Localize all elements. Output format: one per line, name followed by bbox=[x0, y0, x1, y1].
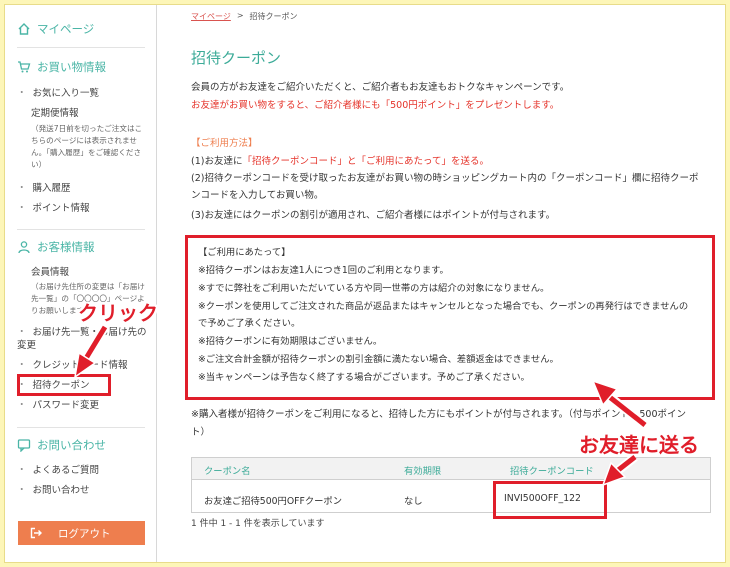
cart-icon bbox=[18, 61, 31, 73]
sidebar-item-member-info[interactable]: 会員情報 bbox=[31, 266, 69, 279]
usage-step-2: (2)招待クーポンコードを受け取ったお友達がお買い物の時ショッピングカート内の「… bbox=[191, 173, 699, 184]
highlight-invite-coupon bbox=[17, 374, 111, 396]
sidebar-item-points[interactable]: ・ポイント情報 bbox=[17, 202, 90, 215]
breadcrumb-separator: > bbox=[236, 11, 244, 20]
sidebar-item-credit-card[interactable]: ・クレジットカード情報 bbox=[17, 359, 128, 372]
sidebar-item-favorites[interactable]: ・お気に入り一覧 bbox=[17, 87, 99, 100]
result-count: 1 件中 1 - 1 件を表示しています bbox=[191, 519, 325, 529]
sidebar-section-customer: お客様情報 bbox=[17, 237, 95, 257]
sidebar-item-faq[interactable]: ・よくあるご質問 bbox=[17, 464, 99, 477]
intro-highlight: お友達がお買い物をすると、ご紹介者様にも「500円ポイント」をプレゼントします。 bbox=[191, 100, 560, 111]
table-header: クーポン名 有効期限 招待クーポンコード bbox=[192, 458, 710, 480]
breadcrumb: マイページ > 招待クーポン bbox=[191, 11, 298, 22]
page-frame: マイページ お買い物情報 ・お気に入り一覧 定期便情報 （発送7日前を切ったご注… bbox=[4, 4, 726, 563]
terms-item: ※招待クーポンはお友達1人につき1回のご利用となります。 bbox=[198, 265, 449, 276]
column-header: クーポン名 bbox=[204, 466, 251, 477]
terms-heading: 【ご利用にあたって】 bbox=[198, 247, 291, 258]
divider bbox=[17, 427, 145, 428]
breadcrumb-current: 招待クーポン bbox=[249, 12, 298, 21]
terms-item: ※当キャンペーンは予告なく終了する場合がございます。予めご了承ください。 bbox=[198, 372, 530, 383]
usage-step-1: (1)お友達に「招待クーポンコード」と「ご利用にあたって」を送る。 bbox=[191, 156, 489, 167]
usage-heading: 【ご利用方法】 bbox=[191, 138, 258, 149]
coupon-name: お友達ご招待500円OFFクーポン bbox=[204, 496, 343, 507]
divider bbox=[17, 229, 145, 230]
sidebar-item-purchase-history[interactable]: ・購入履歴 bbox=[17, 182, 71, 195]
coupon-expiry: なし bbox=[404, 496, 423, 507]
user-icon bbox=[18, 241, 30, 254]
sidebar: マイページ お買い物情報 ・お気に入り一覧 定期便情報 （発送7日前を切ったご注… bbox=[5, 5, 157, 562]
sidebar-section-contact: お問い合わせ bbox=[17, 435, 106, 455]
terms-item: ※クーポンを使用してご注文された商品が返品またはキャンセルとなった場合でも、クー… bbox=[198, 301, 689, 312]
home-icon bbox=[18, 23, 30, 35]
sidebar-section-shopping: お買い物情報 bbox=[17, 57, 106, 77]
divider bbox=[17, 47, 145, 48]
breadcrumb-home[interactable]: マイページ bbox=[191, 11, 231, 22]
column-header: 招待クーポンコード bbox=[510, 466, 594, 477]
coupon-table: クーポン名 有効期限 招待クーポンコード お友達ご招待500円OFFクーポン な… bbox=[191, 457, 711, 513]
sidebar-item-password[interactable]: ・パスワード変更 bbox=[17, 399, 99, 412]
sidebar-item-delivery[interactable]: ・お届け先一覧・お届け先の変更 bbox=[17, 326, 149, 352]
points-note-cont: ト） bbox=[191, 427, 211, 438]
terms-item: ※招待クーポンに有効期限はございません。 bbox=[198, 336, 383, 347]
terms-item: ※ご注文合計金額が招待クーポンの割引金額に満たない場合、差額返金はできません。 bbox=[198, 354, 559, 365]
highlight-coupon-code bbox=[493, 481, 607, 519]
usage-step-2-cont: ンコードを入力してお買い物。 bbox=[191, 190, 324, 201]
callout-click: クリック bbox=[78, 301, 158, 325]
logout-icon bbox=[30, 527, 42, 539]
sidebar-item-contact[interactable]: ・お問い合わせ bbox=[17, 484, 90, 497]
subscription-note: （発送7日前を切ったご注文はこちらのページには表示されません。「購入履歴」をご確… bbox=[31, 124, 143, 169]
sidebar-item-mypage[interactable]: マイページ bbox=[17, 19, 94, 39]
sidebar-item-subscription[interactable]: 定期便情報 bbox=[31, 107, 79, 120]
points-note: ※購入者様が招待クーポンをご利用になると、招待した方にもポイントが付与されます。… bbox=[191, 409, 687, 420]
callout-send-to-friend: お友達に送る bbox=[579, 433, 699, 457]
intro-text: 会員の方がお友達をご紹介いただくと、ご紹介者もお友達もおトクなキャンペーンです。 bbox=[191, 82, 570, 93]
terms-item: ※すでに弊社をご利用いただいている方や同一世帯の方は紹介の対象になりません。 bbox=[198, 283, 550, 294]
terms-box: 【ご利用にあたって】 ※招待クーポンはお友達1人につき1回のご利用となります。 … bbox=[185, 235, 715, 400]
column-header: 有効期限 bbox=[404, 466, 442, 477]
logout-button[interactable]: ログアウト bbox=[18, 521, 145, 545]
page-title: 招待クーポン bbox=[191, 49, 282, 67]
chat-icon bbox=[17, 439, 31, 452]
usage-step-3: (3)お友達にはクーポンの割引が適用され、ご紹介者様にはポイントが付与されます。 bbox=[191, 210, 556, 221]
main-content: マイページ > 招待クーポン 招待クーポン 会員の方がお友達をご紹介いただくと、… bbox=[157, 5, 725, 562]
terms-item: で予めご了承ください。 bbox=[198, 318, 301, 329]
